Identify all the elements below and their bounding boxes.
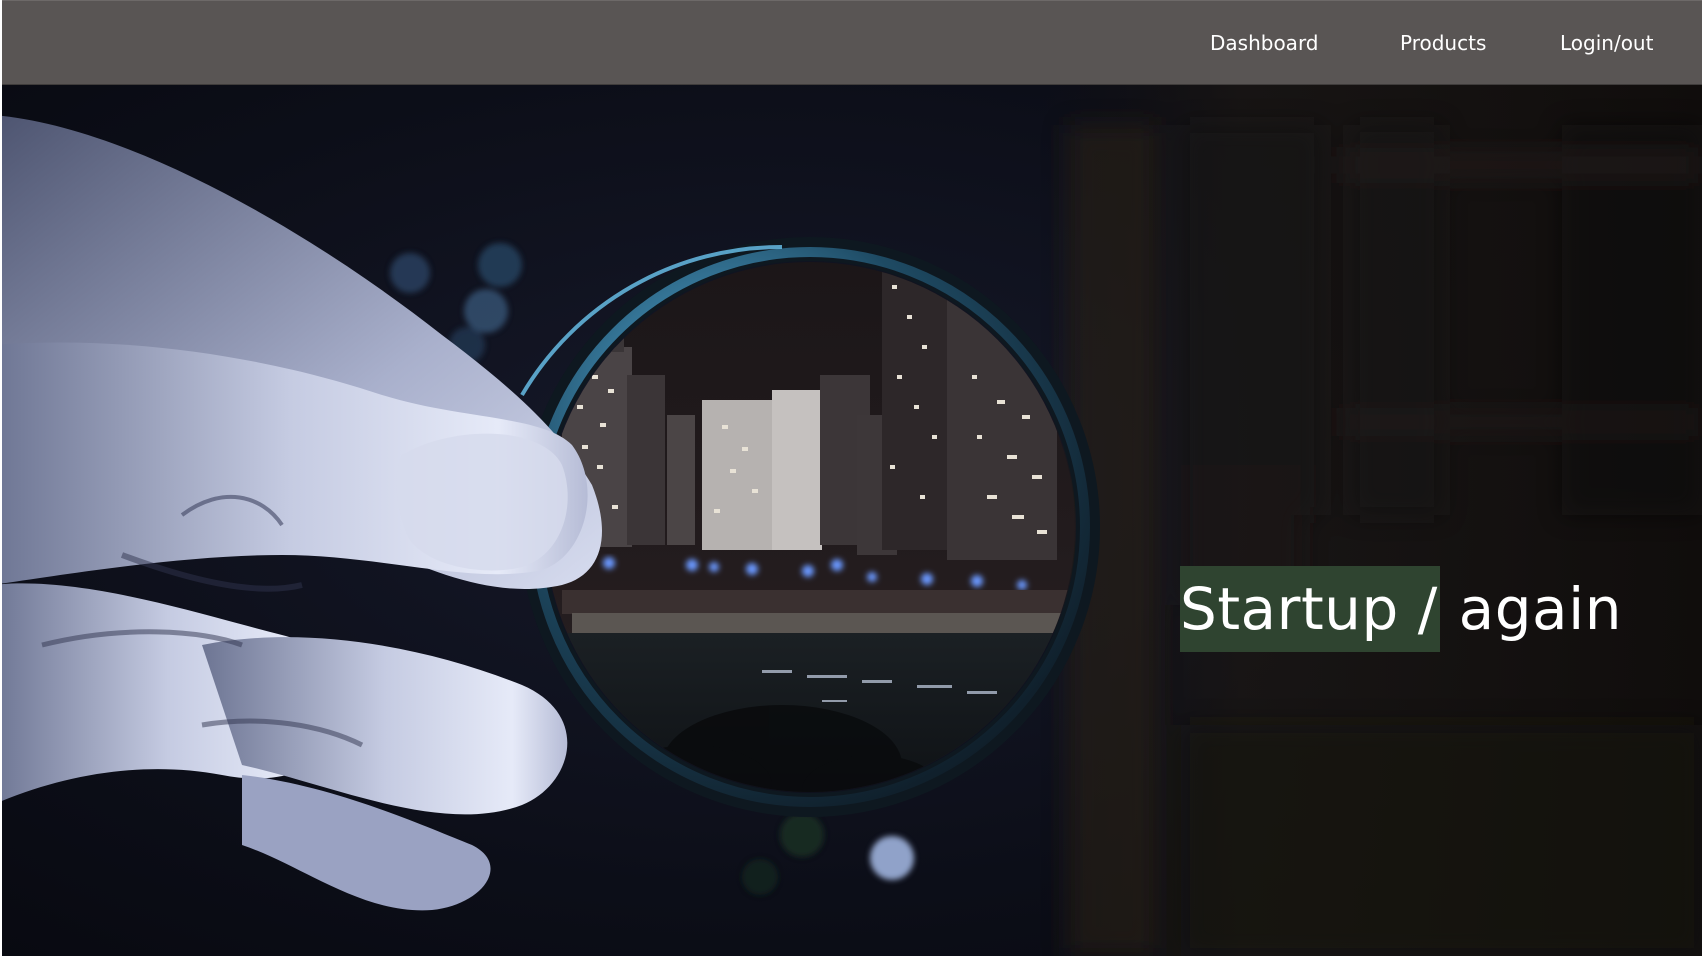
nav-login-logout-link[interactable]: Login/out bbox=[1560, 1, 1653, 86]
hero-headline-rest: again bbox=[1439, 575, 1622, 643]
hero-headline: Startup / again bbox=[1180, 566, 1622, 652]
top-navbar: Dashboard Products Login/out bbox=[2, 0, 1702, 85]
page: Dashboard Products Login/out Startup / a… bbox=[2, 0, 1702, 956]
hero-section: Startup / again bbox=[2, 85, 1702, 956]
hero-headline-highlight: Startup / bbox=[1180, 566, 1440, 652]
nav-products-link[interactable]: Products bbox=[1400, 1, 1486, 86]
nav-dashboard-link[interactable]: Dashboard bbox=[1210, 1, 1319, 86]
hero-image bbox=[2, 85, 1702, 956]
